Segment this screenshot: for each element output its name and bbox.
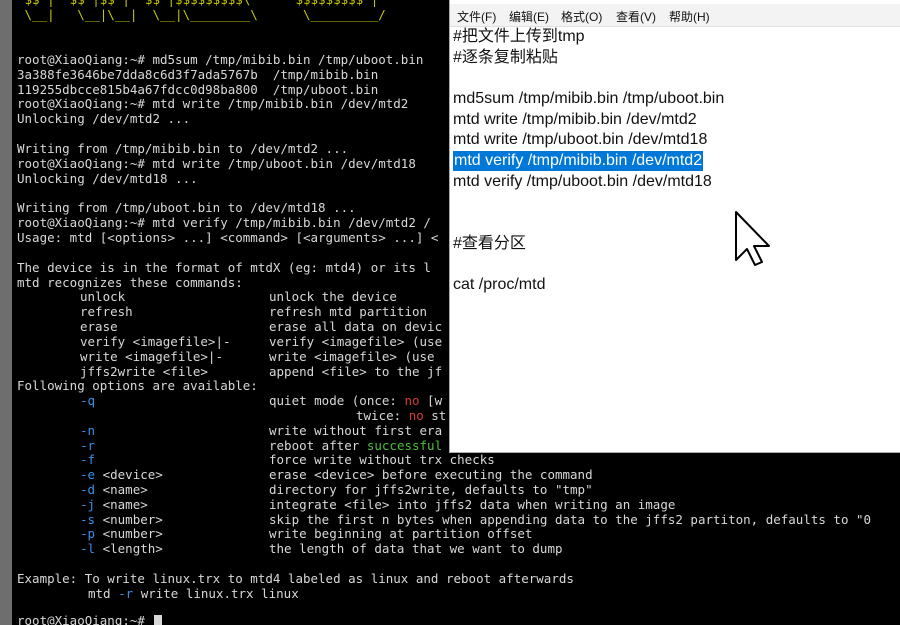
option-desc: skip the first n bytes when appending da… [269,512,872,527]
command-name: erase [80,319,118,334]
command-desc: append <file> to the jf [269,364,443,379]
option-flag: -e <device> [80,467,163,482]
option-flag: -n [80,423,96,438]
selected-text-line: mtd verify /tmp/mibib.bin /dev/mtd2 [453,151,704,171]
option-desc: twice: no st [356,408,447,423]
command-desc: unlock the device [269,289,397,304]
option-flag: -j <name> [80,497,148,512]
terminal-line: Writing from /tmp/uboot.bin to /dev/mtd1… [17,200,356,215]
notepad-window[interactable]: 文件(F) 编辑(E) 格式(O) 查看(V) 帮助(H) #把文件上传到tmp… [449,0,900,453]
arrow-pointer-icon [735,211,770,266]
text-line: #把文件上传到tmp [453,28,585,45]
menu-edit[interactable]: 编辑(E) [509,8,549,25]
option-flag: -p <number> [80,526,163,541]
option-flag: -q [80,393,96,408]
option-flag: -f [80,452,96,467]
command-desc: verify <imagefile> (use [269,334,443,349]
terminal-line: root@XiaoQiang:~# mtd write /tmp/uboot.b… [17,156,416,171]
command-desc: write <imagefile> (use [269,349,435,364]
text-line: #查看分区 [453,235,526,252]
menu-help[interactable]: 帮助(H) [669,8,710,25]
terminal-left-border [0,0,12,625]
example-command: mtd -r write linux.trx linux [88,586,299,601]
terminal-line: 3a388fe3646be7dda8c6d3f7ada5767b /tmp/mi… [17,67,379,82]
options-header: Following options are available: [17,378,258,393]
option-desc: write without first era [269,423,443,438]
option-desc: reboot after successful [269,438,443,453]
text-line: md5sum /tmp/mibib.bin /tmp/uboot.bin [453,90,725,107]
menu-bar: 文件(F) 编辑(E) 格式(O) 查看(V) 帮助(H) [450,4,900,27]
terminal-line: mtd recognizes these commands: [17,275,243,290]
ascii-art-banner: $$ | $$ |$$ | $$ |$$$$$$$$$\ $$$$$$$$$ |… [17,0,386,22]
text-line: mtd write /tmp/uboot.bin /dev/mtd18 [453,131,708,148]
option-desc: directory for jffs2write, defaults to "t… [269,482,593,497]
text-cursor [154,615,163,625]
terminal-line: Writing from /tmp/mibib.bin to /dev/mtd2… [17,141,349,156]
option-desc: quiet mode (once: no [w [269,393,443,408]
notepad-text-area[interactable]: #把文件上传到tmp #逐条复制粘贴 md5sum /tmp/mibib.bin… [450,27,900,451]
terminal-line: root@XiaoQiang:~# md5sum /tmp/mibib.bin … [17,52,424,67]
text-line: mtd write /tmp/mibib.bin /dev/mtd2 [453,111,697,128]
option-desc: write beginning at partition offset [269,526,533,541]
option-flag: -r [80,438,96,453]
option-desc: integrate <file> into jffs2 data when wr… [269,497,676,512]
menu-format[interactable]: 格式(O) [561,8,602,25]
option-desc: the length of data that we want to dump [269,541,563,556]
text-line: #逐条复制粘贴 [453,49,558,66]
terminal-line: The device is in the format of mtdX (eg:… [17,260,431,275]
command-name: refresh [80,304,133,319]
text-line: cat /proc/mtd [453,276,546,293]
command-name: jffs2write <file> [80,364,208,379]
example-line: Example: To write linux.trx to mtd4 labe… [17,571,574,586]
option-flag: -s <number> [80,512,163,527]
terminal-line: Unlocking /dev/mtd2 ... [17,111,191,126]
menu-view[interactable]: 查看(V) [616,8,656,25]
terminal-line: 119255dbcce815b4a67fdcc0d98ba800 /tmp/ub… [17,82,379,97]
text-line: mtd verify /tmp/uboot.bin /dev/mtd18 [453,173,712,190]
terminal-line: Unlocking /dev/mtd18 ... [17,171,198,186]
terminal-line: Usage: mtd [<options> ...] <command> [<a… [17,230,439,245]
command-desc: refresh mtd partition [269,304,428,319]
option-desc: erase <device> before executing the comm… [269,467,593,482]
command-name: write <imagefile>|- [80,349,223,364]
terminal-line: root@XiaoQiang:~# mtd write /tmp/mibib.b… [17,96,409,111]
command-desc: erase all data on devic [269,319,443,334]
option-flag: -d <name> [80,482,148,497]
terminal-line: root@XiaoQiang:~# mtd verify /tmp/mibib.… [17,215,431,230]
command-name: verify <imagefile>|- [80,334,231,349]
command-name: unlock [80,289,126,304]
prompt-line[interactable]: root@XiaoQiang:~# [17,613,163,625]
option-desc: force write without trx checks [269,452,495,467]
menu-file[interactable]: 文件(F) [457,8,496,25]
option-flag: -l <length> [80,541,163,556]
